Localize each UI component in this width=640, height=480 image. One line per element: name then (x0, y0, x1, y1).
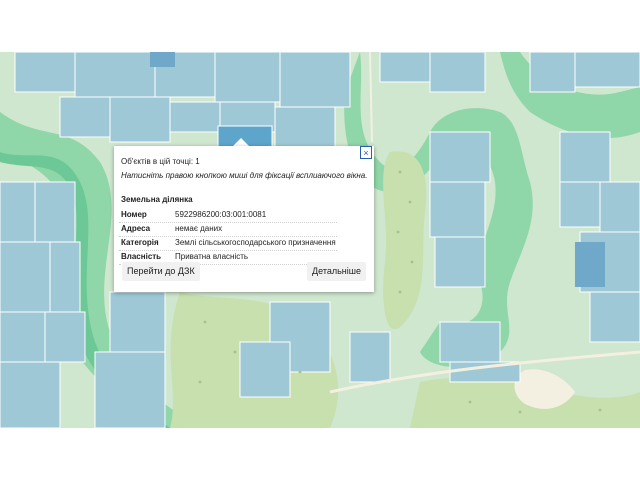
row-category: Категорія Землі сільськогосподарського п… (119, 237, 337, 251)
row-number: Номер 5922986200:03:001:0081 (119, 209, 337, 223)
row-label: Адреса (121, 224, 151, 233)
parcel-dark-top (150, 52, 175, 67)
popup-tip (233, 138, 249, 146)
objects-count: Об'єктів в цій точці: 1 (121, 157, 200, 166)
details-button[interactable]: Детальніше (307, 262, 366, 281)
row-value: Землі сільськогосподарського призначення (175, 238, 336, 247)
section-title: Земельна ділянка (121, 195, 193, 204)
row-value: Приватна власність (175, 252, 249, 261)
close-icon[interactable]: × (360, 146, 372, 159)
parcel-dark-right (575, 242, 605, 287)
info-popup: Об'єктів в цій точці: 1 Натисніть правою… (114, 146, 374, 292)
row-value: 5922986200:03:001:0081 (175, 210, 267, 219)
row-value: немає даних (175, 224, 223, 233)
row-label: Власність (121, 252, 162, 261)
go-to-dzk-button[interactable]: Перейти до ДЗК (122, 262, 200, 281)
popup-hint: Натисніть правою кнопкою миші для фіксац… (121, 171, 368, 180)
row-label: Категорія (121, 238, 159, 247)
row-address: Адреса немає даних (119, 223, 337, 237)
row-label: Номер (121, 210, 147, 219)
